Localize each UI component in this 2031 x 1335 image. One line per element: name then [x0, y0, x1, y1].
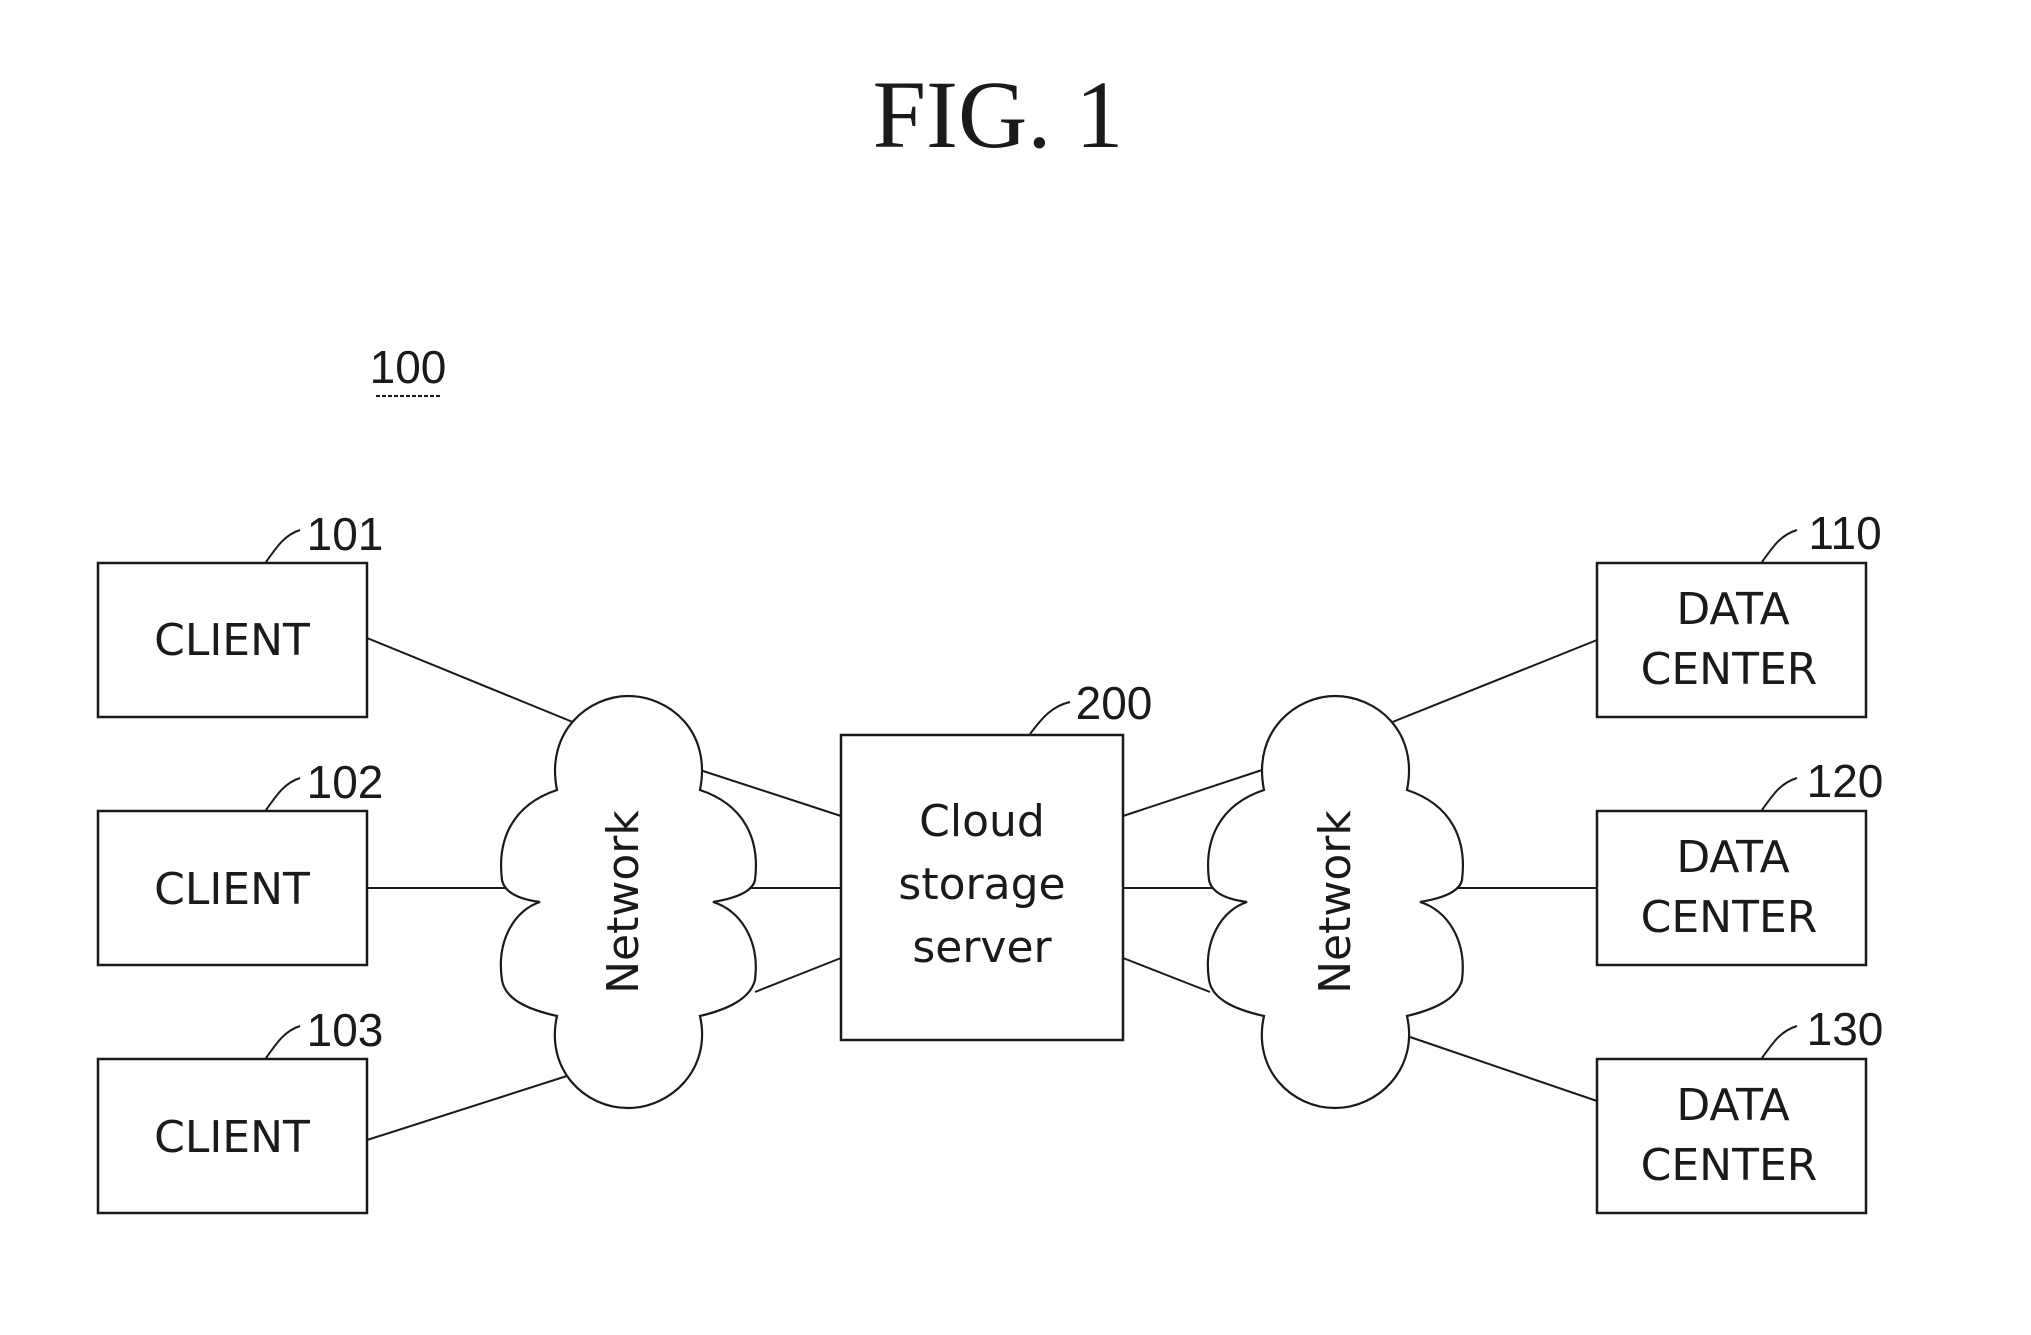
data-center-label-line-2: CENTER: [1641, 892, 1818, 943]
server-label-line-3: server: [912, 922, 1052, 973]
network-label-left: Network: [598, 810, 649, 994]
client-label: CLIENT: [154, 864, 310, 915]
data-center-ref: 130: [1807, 1003, 1884, 1055]
data-center-120: DATA CENTER 120: [1595, 755, 1884, 967]
leader-line: [1761, 529, 1798, 563]
leader-line: [1029, 701, 1071, 735]
cloud-storage-server: Cloud storage server 200: [839, 677, 1153, 1042]
data-center-label-line-1: DATA: [1676, 832, 1789, 883]
client-label: CLIENT: [154, 1112, 310, 1163]
client-ref: 101: [307, 508, 384, 560]
connection-client-101-network: [366, 637, 581, 726]
client-ref: 102: [307, 756, 384, 808]
leader-line: [265, 777, 301, 811]
diagram-canvas: FIG. 1 100 Network Network CLIENT 101 CL…: [96, 61, 1884, 1215]
server-label-line-2: storage: [898, 859, 1065, 910]
connection-server-network-bottom: [1122, 957, 1211, 993]
connection-network-server-bottom: [754, 957, 842, 993]
network-label-right: Network: [1310, 810, 1361, 994]
figure-title: FIG. 1: [873, 61, 1124, 168]
server-ref: 200: [1076, 677, 1153, 729]
data-center-label-line-2: CENTER: [1641, 644, 1818, 695]
network-cloud-left: Network: [499, 694, 757, 1110]
connection-client-103-network: [366, 1074, 571, 1141]
client-label: CLIENT: [154, 615, 310, 666]
client-102: CLIENT 102: [96, 756, 384, 967]
server-label-line-1: Cloud: [919, 796, 1045, 847]
data-center-110: DATA CENTER 110: [1595, 507, 1882, 719]
client-101: CLIENT 101: [96, 508, 384, 719]
leader-line: [265, 1025, 301, 1059]
leader-line: [265, 529, 301, 563]
client-103: CLIENT 103: [96, 1004, 384, 1215]
data-center-label-line-1: DATA: [1676, 584, 1789, 635]
system-ref-label: 100: [370, 341, 447, 393]
leader-line: [1761, 777, 1798, 811]
leader-line: [1761, 1025, 1798, 1059]
network-cloud-right: Network: [1206, 694, 1464, 1110]
data-center-130: DATA CENTER 130: [1595, 1003, 1884, 1215]
data-center-label-line-1: DATA: [1676, 1080, 1789, 1131]
data-center-ref: 120: [1807, 755, 1884, 807]
data-center-label-line-2: CENTER: [1641, 1140, 1818, 1191]
client-ref: 103: [307, 1004, 384, 1056]
connection-network-datacenter-110: [1384, 639, 1598, 726]
data-center-ref: 110: [1808, 507, 1881, 559]
connection-network-datacenter-130: [1409, 1036, 1598, 1102]
